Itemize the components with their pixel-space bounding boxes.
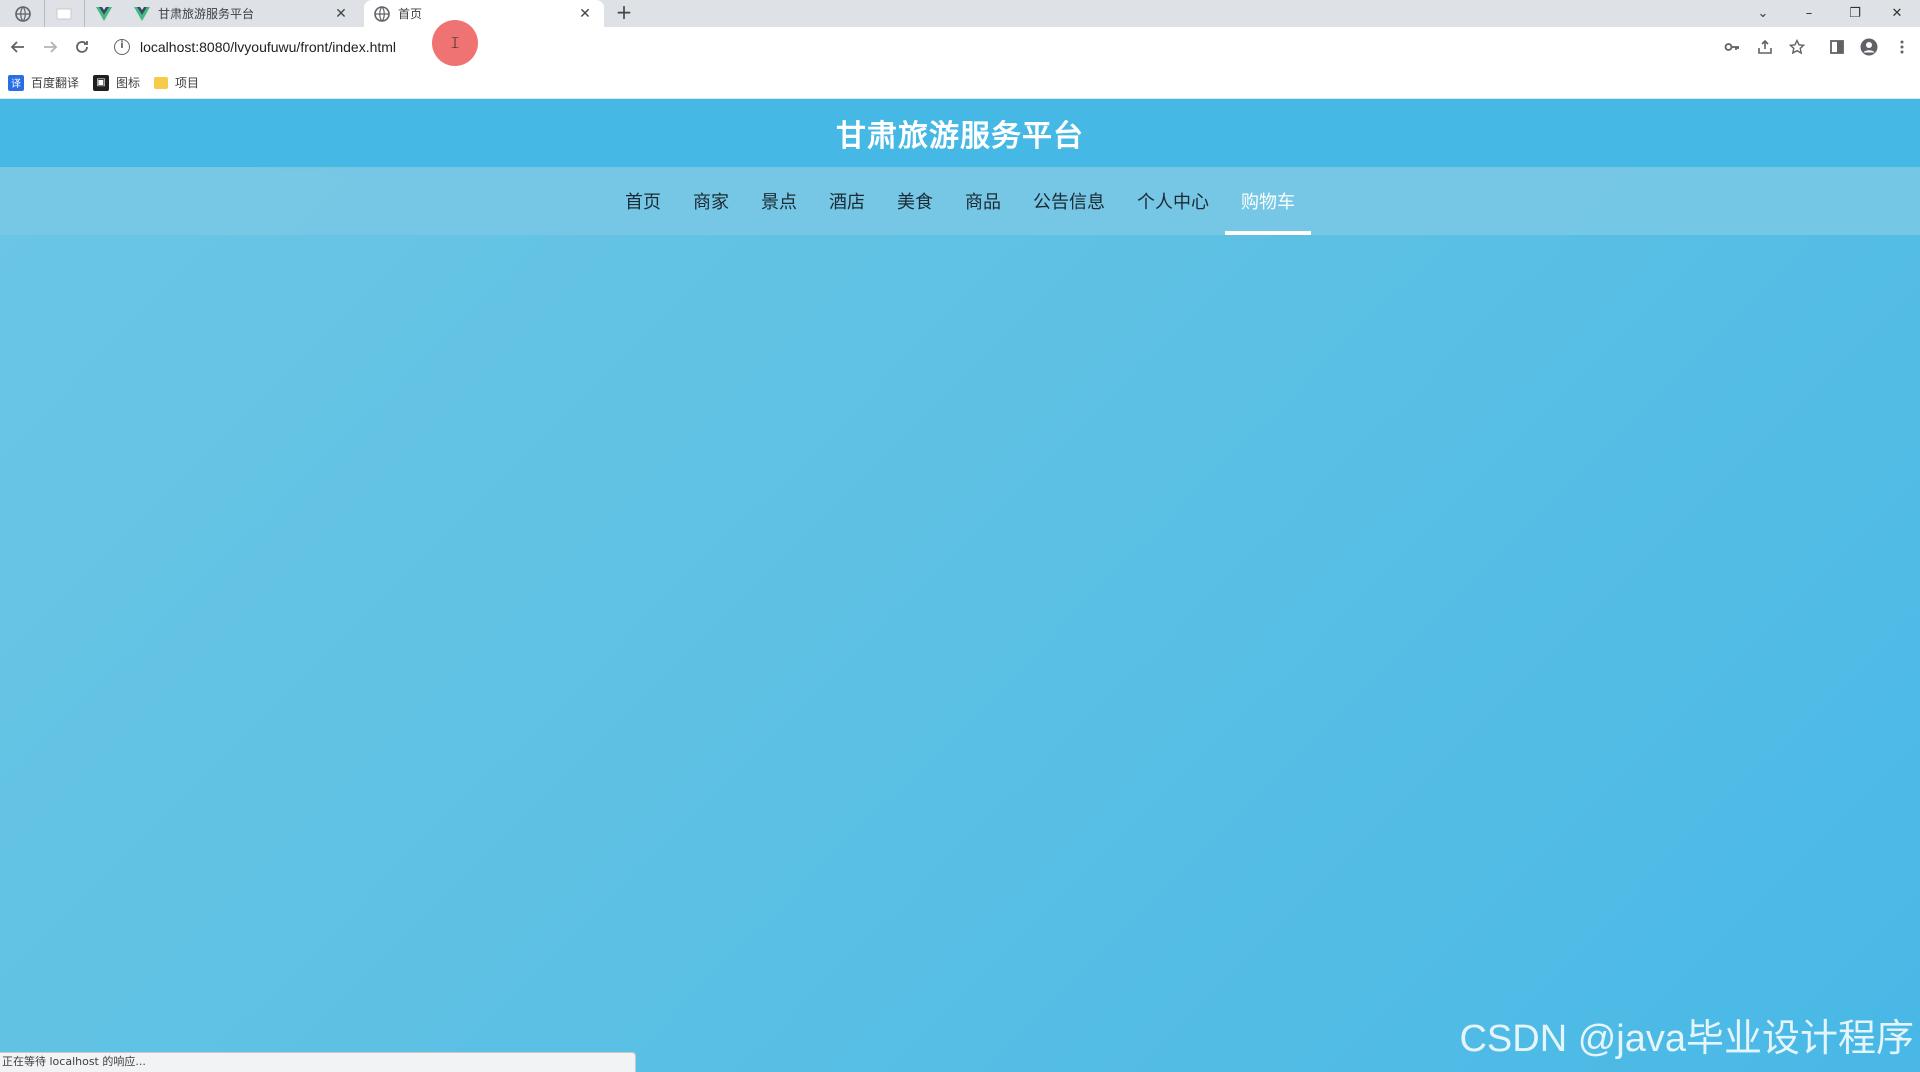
forward-button[interactable] [38, 35, 62, 59]
arrow-left-icon [10, 41, 24, 53]
nav-home[interactable]: 首页 [609, 167, 677, 235]
nav-products[interactable]: 商品 [949, 167, 1017, 235]
browser-status-bar: 正在等待 localhost 的响应... [0, 1052, 636, 1072]
tab-home[interactable]: 首页 ✕ [364, 0, 604, 27]
mouse-cursor-highlight: 𝙸 [432, 20, 478, 66]
new-tab-button[interactable]: + [612, 1, 636, 25]
close-tab-icon[interactable]: ✕ [576, 6, 594, 22]
back-button[interactable] [6, 35, 30, 59]
reload-button[interactable] [70, 35, 94, 59]
vue-icon [95, 6, 112, 21]
minimize-button[interactable]: – [1786, 0, 1832, 27]
site-title: 甘肃旅游服务平台 [836, 119, 1084, 154]
menu-kebab-icon[interactable] [1892, 37, 1912, 57]
url-text[interactable]: localhost:8080/lvyoufuwu/front/index.htm… [140, 39, 396, 55]
address-bar[interactable]: i localhost:8080/lvyoufuwu/front/index.h… [104, 31, 1784, 63]
close-tab-icon[interactable]: ✕ [332, 6, 350, 22]
baidu-translate-icon: 译 [8, 74, 24, 91]
folder-icon [154, 76, 169, 89]
globe-icon [15, 5, 31, 22]
nav-shopping-cart[interactable]: 购物车 [1225, 167, 1311, 235]
bookmark-label: 项目 [175, 76, 200, 90]
close-window-button[interactable]: ✕ [1874, 0, 1920, 27]
password-key-icon[interactable] [1722, 37, 1742, 57]
image-icon: ▣ [93, 74, 110, 91]
bookmark-label: 百度翻译 [31, 76, 80, 90]
tab-strip: 甘肃旅游服务平台 ✕ 首页 ✕ + ⌄ – ❐ ✕ [0, 0, 1920, 27]
globe-icon [374, 5, 390, 22]
arrow-right-icon [44, 41, 58, 53]
share-icon[interactable] [1755, 37, 1775, 57]
bookmark-star-icon[interactable] [1787, 37, 1807, 57]
bookmark-label: 图标 [116, 76, 141, 90]
tab-title: 甘肃旅游服务平台 [158, 7, 255, 21]
reload-icon [76, 41, 88, 53]
vue-icon [134, 6, 150, 21]
pinned-tab-blank[interactable] [44, 0, 82, 27]
tab-tourism-platform[interactable]: 甘肃旅游服务平台 ✕ [124, 0, 360, 27]
watermark: CSDN @java毕业设计程序 [1459, 1018, 1914, 1060]
tab-title: 首页 [398, 7, 423, 21]
nav-hotels[interactable]: 酒店 [813, 167, 881, 235]
bookmark-icons[interactable]: ▣ 图标 [93, 74, 140, 91]
page-content: 甘肃旅游服务平台 首页 商家 景点 酒店 美食 商品 公告信息 个人中心 购物车… [0, 99, 1920, 1072]
pinned-tab-vue[interactable] [84, 0, 122, 27]
browser-toolbar: i localhost:8080/lvyoufuwu/front/index.h… [0, 27, 1920, 67]
side-panel-icon[interactable] [1827, 37, 1847, 57]
bookmark-folder-project[interactable]: 项目 [154, 74, 199, 91]
nav-announcements[interactable]: 公告信息 [1017, 167, 1121, 235]
restore-button[interactable]: ❐ [1832, 0, 1878, 27]
pinned-tab-globe[interactable] [4, 0, 42, 27]
nav-food[interactable]: 美食 [881, 167, 949, 235]
nav-attractions[interactable]: 景点 [745, 167, 813, 235]
bookmarks-bar: 译 百度翻译 ▣ 图标 项目 [0, 67, 1920, 99]
nav-personal-center[interactable]: 个人中心 [1121, 167, 1225, 235]
blank-page-icon [56, 8, 71, 19]
main-nav: 首页 商家 景点 酒店 美食 商品 公告信息 个人中心 购物车 [0, 167, 1920, 235]
profile-avatar-icon[interactable] [1859, 37, 1879, 57]
tab-search-icon[interactable]: ⌄ [1740, 0, 1786, 27]
site-info-icon[interactable]: i [114, 39, 130, 55]
nav-merchants[interactable]: 商家 [677, 167, 745, 235]
bookmark-baidu-translate[interactable]: 译 百度翻译 [8, 74, 79, 91]
site-header: 甘肃旅游服务平台 [0, 99, 1920, 167]
